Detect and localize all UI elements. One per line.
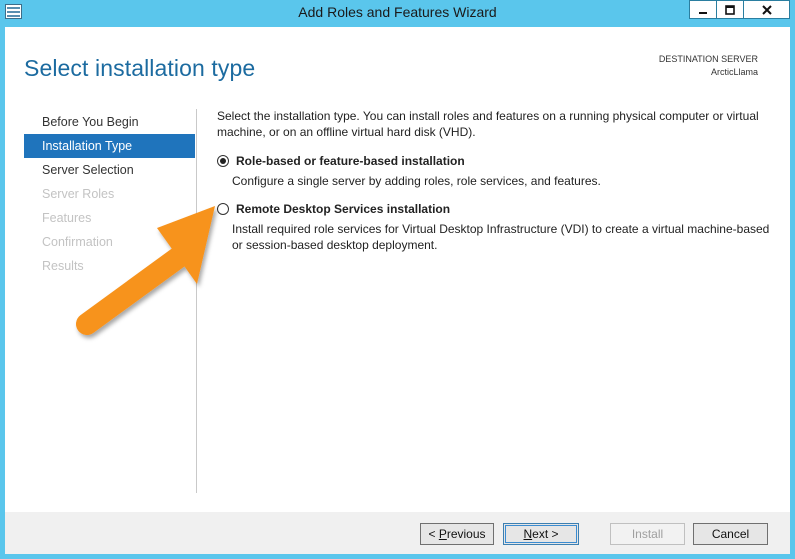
orange-arrow-icon	[76, 206, 215, 335]
wizard-footer: < Previous Next > Install Cancel	[5, 512, 790, 554]
option-description: Install required role services for Virtu…	[232, 222, 770, 252]
next-rest: ext >	[532, 527, 559, 541]
option-remote-desktop[interactable]: Remote Desktop Services installation Ins…	[217, 202, 777, 258]
destination-server-name: ArcticLlama	[710, 67, 758, 77]
previous-prefix: <	[428, 527, 439, 541]
option-description: Configure a single server by adding role…	[232, 174, 601, 188]
intro-text: Select the installation type. You can in…	[217, 109, 759, 139]
page-title: Select installation type	[24, 55, 256, 81]
cancel-button[interactable]: Cancel	[693, 523, 768, 545]
maximize-button[interactable]	[716, 0, 744, 19]
nav-item-installation-type[interactable]: Installation Type	[24, 134, 195, 158]
next-button[interactable]: Next >	[503, 523, 579, 545]
previous-mnemonic: P	[438, 527, 447, 541]
option-title[interactable]: Remote Desktop Services installation	[236, 202, 450, 216]
minimize-icon	[699, 11, 707, 14]
title-bar[interactable]: Add Roles and Features Wizard	[0, 0, 795, 26]
install-button[interactable]: Install	[610, 523, 685, 545]
nav-item-before-you-begin[interactable]: Before You Begin	[24, 110, 195, 134]
wizard-client-area: Select installation type DESTINATION SER…	[5, 27, 790, 554]
content-pane: Select the installation type. You can in…	[217, 108, 777, 252]
destination-server-label: DESTINATION SERVER	[658, 54, 758, 64]
nav-item-server-selection[interactable]: Server Selection	[24, 158, 195, 182]
maximize-icon	[725, 4, 735, 15]
close-icon	[761, 4, 772, 15]
option-title[interactable]: Role-based or feature-based installation	[236, 154, 465, 168]
option-role-based[interactable]: Role-based or feature-based installation…	[217, 154, 777, 194]
window-title: Add Roles and Features Wizard	[298, 4, 497, 20]
minimize-button[interactable]	[689, 0, 717, 19]
next-mnemonic: N	[523, 527, 533, 541]
wizard-window: Add Roles and Features Wizard Select ins…	[0, 0, 795, 559]
previous-button[interactable]: < Previous	[420, 523, 494, 545]
radio-role-based[interactable]	[217, 155, 229, 167]
previous-rest: revious	[446, 527, 486, 541]
close-button[interactable]	[743, 0, 790, 19]
